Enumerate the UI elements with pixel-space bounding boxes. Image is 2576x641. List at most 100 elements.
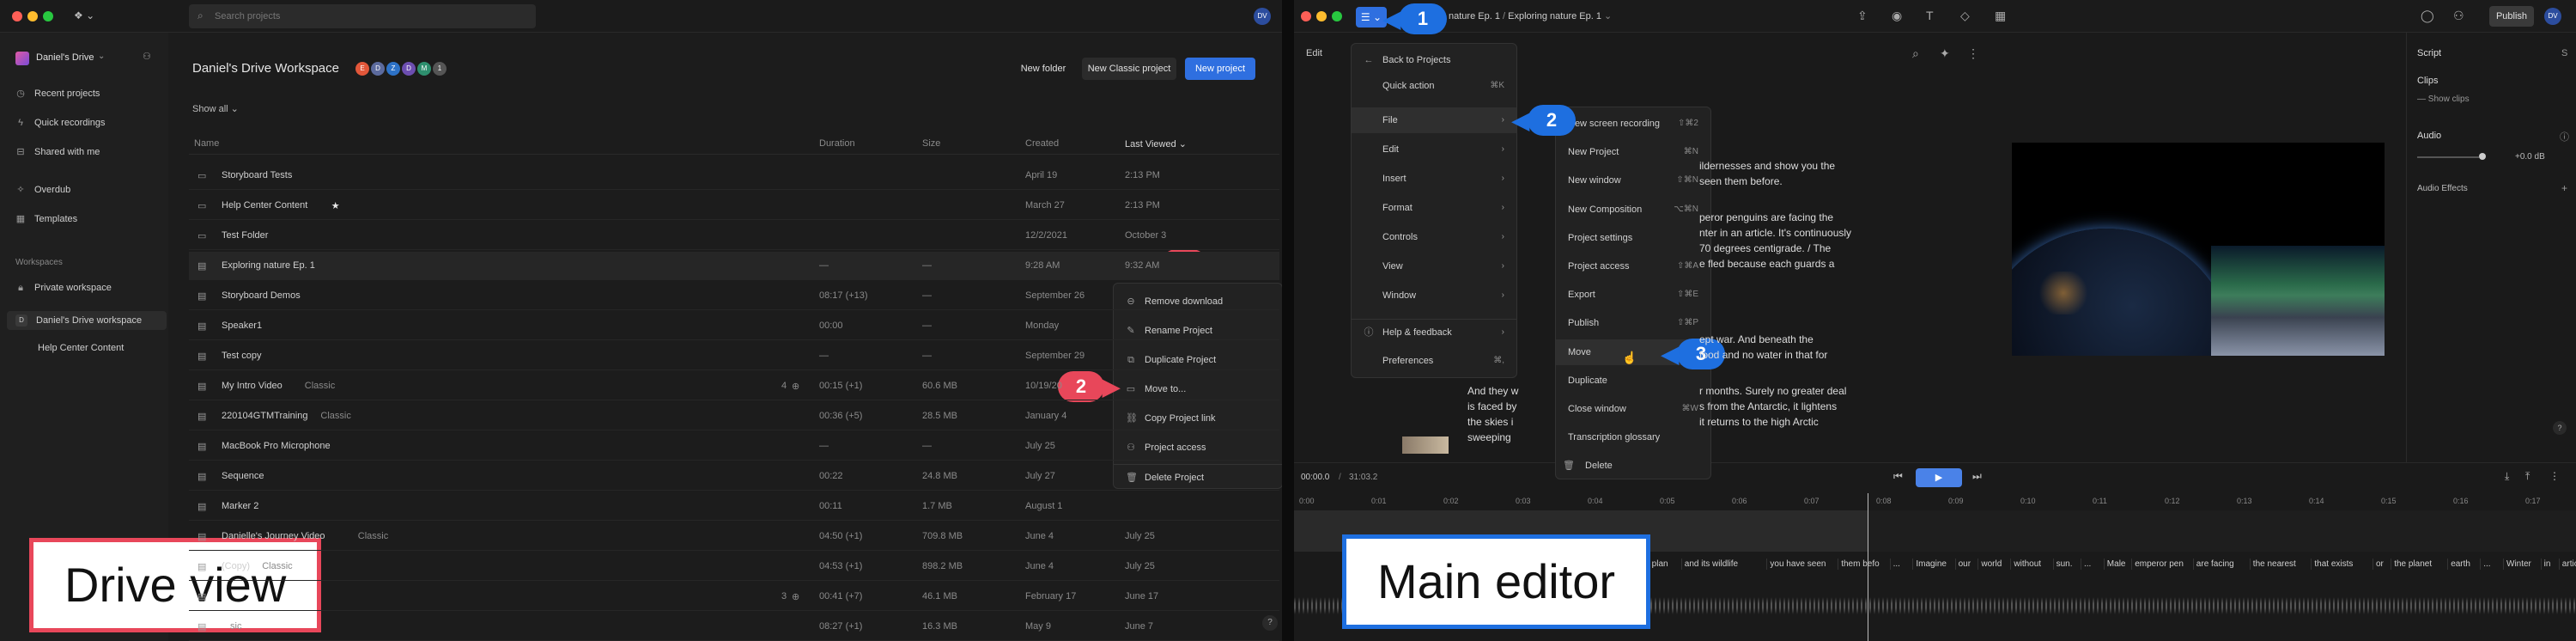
- skip-forward-icon[interactable]: ⏭︎: [1972, 470, 1982, 483]
- timeline-word[interactable]: Male: [2103, 559, 2129, 570]
- script-line[interactable]: seen them before.: [1699, 175, 1783, 187]
- timeline-word[interactable]: Winter: [2503, 559, 2534, 570]
- script-line[interactable]: it returns to the high Arctic: [1699, 416, 1819, 428]
- table-row[interactable]: ▭ Test Folder 12/2/2021 October 3: [189, 222, 1279, 250]
- menu-item-project-access[interactable]: Project access ⇧⌘A: [1556, 253, 1710, 279]
- volume-slider[interactable]: [2417, 156, 2479, 158]
- script-line[interactable]: sweeping: [1467, 431, 1511, 443]
- show-clips-toggle[interactable]: — Show clips: [2417, 95, 2470, 104]
- menu-item-delete[interactable]: 🗑︎ Delete: [1556, 453, 1710, 479]
- upload-icon[interactable]: ⤒: [2525, 470, 2530, 483]
- main-menu-button[interactable]: ☰ ⌄: [1356, 7, 1387, 27]
- timeline-word[interactable]: you have seen: [1766, 559, 1828, 570]
- volume-knob[interactable]: [2479, 153, 2486, 160]
- layout-grid-icon[interactable]: ▦: [1995, 9, 2006, 23]
- menu-item-view[interactable]: View ›: [1352, 253, 1516, 279]
- column-last-viewed[interactable]: Last Viewed ⌄: [1125, 138, 1187, 150]
- menu-item-help[interactable]: ⓘ Help & feedback ›: [1352, 319, 1516, 345]
- timeline-word[interactable]: our: [1954, 559, 1973, 570]
- menu-item-preferences[interactable]: Preferences ⌘,: [1352, 348, 1516, 374]
- table-row[interactable]: ▤ Danielle's Journey Video Classic 04:50 (+…: [189, 522, 1279, 551]
- column-size[interactable]: Size: [922, 138, 940, 149]
- sidebar-item-drive-workspace[interactable]: D Daniel's Drive workspace: [7, 311, 167, 330]
- menu-item-close-window[interactable]: Close window ⌘W: [1556, 396, 1710, 422]
- play-button[interactable]: ▶: [1916, 468, 1962, 487]
- timeline-word[interactable]: artic: [2558, 559, 2576, 570]
- clips-section[interactable]: Clips: [2417, 76, 2438, 86]
- timeline-word[interactable]: are facing: [2192, 559, 2237, 570]
- script-line[interactable]: 70 degrees centigrade. / The: [1699, 242, 1831, 254]
- publish-button[interactable]: Publish: [2489, 6, 2534, 27]
- timeline-word[interactable]: or: [2372, 559, 2386, 570]
- table-row[interactable]: ▤ My Intro Video Classic 4 ⊕ 00:15 (+1) 60.6 M…: [189, 372, 1279, 400]
- timeline-word[interactable]: world: [1978, 559, 2004, 570]
- avatar[interactable]: DV: [2544, 8, 2561, 25]
- script-icon[interactable]: S: [2561, 48, 2567, 58]
- script-line[interactable]: the skies i: [1467, 416, 1513, 428]
- comment-icon[interactable]: ◯: [2421, 9, 2434, 23]
- table-row[interactable]: ▤ Test copy — — September 29: [189, 342, 1279, 370]
- show-all-filter[interactable]: Show all ⌄: [192, 103, 239, 114]
- menu-item-transcription-glossary[interactable]: Transcription glossary: [1556, 424, 1710, 450]
- timeline-word[interactable]: earth: [2447, 559, 2473, 570]
- table-row[interactable]: ▤ Speaker1 00:00 — Monday: [189, 312, 1279, 340]
- timeline-word[interactable]: sun.: [2052, 559, 2075, 570]
- menu-item-export[interactable]: Export ⇧⌘E: [1556, 282, 1710, 308]
- column-name[interactable]: Name: [194, 138, 219, 149]
- more-icon[interactable]: ⋮: [2549, 470, 2560, 482]
- close-window-button[interactable]: [1301, 11, 1311, 21]
- script-line[interactable]: food and no water in that for: [1699, 349, 1827, 361]
- menu-item-format[interactable]: Format ›: [1352, 195, 1516, 221]
- timeline-word[interactable]: emperor pen: [2131, 559, 2186, 570]
- menu-item-controls[interactable]: Controls ›: [1352, 224, 1516, 250]
- menu-item-new-window[interactable]: New window ⇧⌘N: [1556, 168, 1710, 193]
- text-icon[interactable]: T: [1926, 9, 1934, 22]
- new-folder-button[interactable]: New folder: [1013, 58, 1073, 80]
- add-icon[interactable]: +: [2561, 182, 2567, 194]
- table-row[interactable]: ▤ MacBook Pro Microphone — — July 25: [189, 432, 1279, 461]
- table-row[interactable]: ▤ 3 ⊕ 00:41 (+7) 46.1 MB February 17 June 17: [189, 583, 1279, 611]
- script-line[interactable]: ept war. And beneath the: [1699, 333, 1814, 345]
- menu-item-back-to-projects[interactable]: ← Back to Projects: [1352, 47, 1516, 73]
- app-logo-icon[interactable]: ❖ ⌄: [74, 9, 94, 21]
- edit-label[interactable]: Edit: [1306, 48, 1322, 58]
- table-row[interactable]: ▤ Storyboard Demos 08:17 (+13) — September 2…: [189, 282, 1279, 310]
- timeline-word[interactable]: ...: [1889, 559, 1903, 570]
- menu-item-duplicate[interactable]: Duplicate: [1556, 368, 1710, 394]
- menu-item-quick-action[interactable]: Quick action ⌘K: [1352, 73, 1516, 99]
- breadcrumb[interactable]: nature Ep. 1 / Exploring nature Ep. 1 ⌄: [1449, 10, 1612, 21]
- avatar[interactable]: DV: [1254, 8, 1271, 25]
- timeline-word[interactable]: the planet: [2391, 559, 2434, 570]
- audio-section[interactable]: Audio: [2417, 131, 2441, 141]
- menu-item-new-composition[interactable]: New Composition ⌥⌘N: [1556, 197, 1710, 223]
- record-icon[interactable]: ◉: [1892, 9, 1902, 23]
- menu-item-window[interactable]: Window ›: [1352, 283, 1516, 308]
- search-icon[interactable]: ⌕: [1912, 46, 1919, 61]
- table-row[interactable]: ▤ (Copy) Classic 04:53 (+1) 898.2 MB June 4 Ju…: [189, 552, 1279, 581]
- info-icon[interactable]: ⓘ: [2560, 130, 2569, 143]
- minimize-window-button[interactable]: [1316, 11, 1327, 21]
- drive-switcher[interactable]: Daniel's Drive ⌄ ⚇: [12, 48, 163, 69]
- timeline-word[interactable]: and its wildlife: [1680, 559, 1741, 570]
- more-icon[interactable]: ⋮: [1967, 46, 1979, 61]
- script-section[interactable]: Script: [2417, 48, 2441, 58]
- timeline-ruler[interactable]: 0:00 0:01 0:02 0:03 0:04 0:05 0:06 0:07 0:08 0:09…: [1294, 493, 2576, 510]
- shapes-icon[interactable]: ◇: [1960, 9, 1970, 23]
- add-member-icon[interactable]: ⚇: [143, 51, 151, 62]
- audio-effects-section[interactable]: Audio Effects: [2417, 184, 2468, 193]
- help-button[interactable]: ?: [2553, 421, 2567, 435]
- sidebar-item-quick-recordings[interactable]: ϟ Quick recordings: [12, 113, 163, 132]
- magic-wand-icon[interactable]: ✦: [1940, 46, 1950, 61]
- timeline-word[interactable]: that exists: [2311, 559, 2355, 570]
- close-window-button[interactable]: [12, 11, 22, 21]
- table-row[interactable]: ▤ 220104GTMTraining Classic 00:36 (+5) 28.5 …: [189, 402, 1279, 430]
- sidebar-item-overdub[interactable]: ✧ Overdub: [12, 180, 163, 199]
- new-project-button[interactable]: New project: [1185, 58, 1255, 80]
- sidebar-item-help-center[interactable]: Help Center Content: [12, 339, 163, 357]
- column-created[interactable]: Created: [1025, 138, 1059, 149]
- upload-icon[interactable]: ⇪: [1857, 9, 1868, 23]
- menu-item-new-screen-recording[interactable]: New screen recording ⇧⌘2: [1556, 111, 1710, 137]
- timeline-word[interactable]: without: [2010, 559, 2044, 570]
- script-line[interactable]: r months. Surely no greater deal: [1699, 385, 1846, 397]
- script-line[interactable]: And they w: [1467, 385, 1518, 397]
